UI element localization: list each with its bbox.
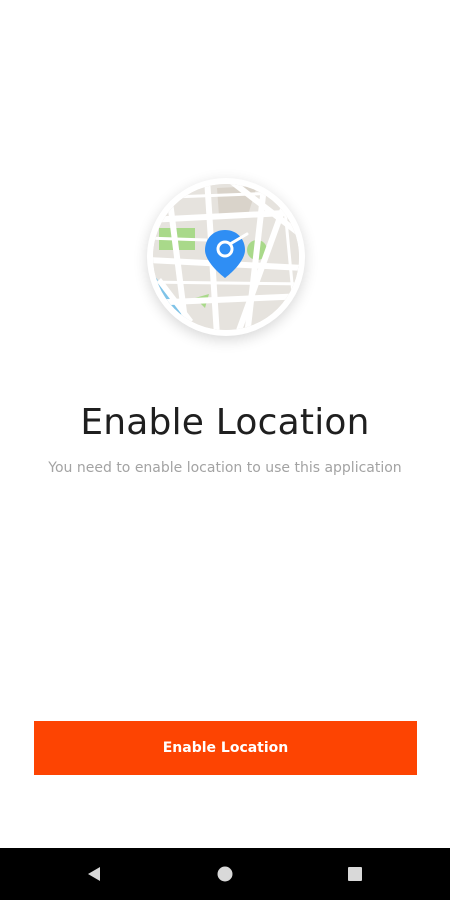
back-triangle-icon — [88, 867, 100, 881]
home-circle-icon — [217, 866, 233, 882]
system-navigation-bar — [0, 848, 450, 900]
page-subtitle: You need to enable location to use this … — [48, 460, 402, 476]
home-button[interactable] — [195, 848, 255, 900]
enable-location-button-label: Enable Location — [162, 740, 289, 756]
recent-apps-square-icon — [348, 867, 362, 881]
page-title: Enable Location — [80, 402, 370, 443]
map-location-pin-icon — [153, 184, 299, 330]
enable-location-button[interactable]: Enable Location — [34, 721, 417, 775]
enable-location-screen: Enable Location You need to enable locat… — [0, 0, 450, 900]
recent-apps-button[interactable] — [325, 848, 385, 900]
map-illustration — [147, 178, 305, 336]
back-button[interactable] — [64, 848, 124, 900]
